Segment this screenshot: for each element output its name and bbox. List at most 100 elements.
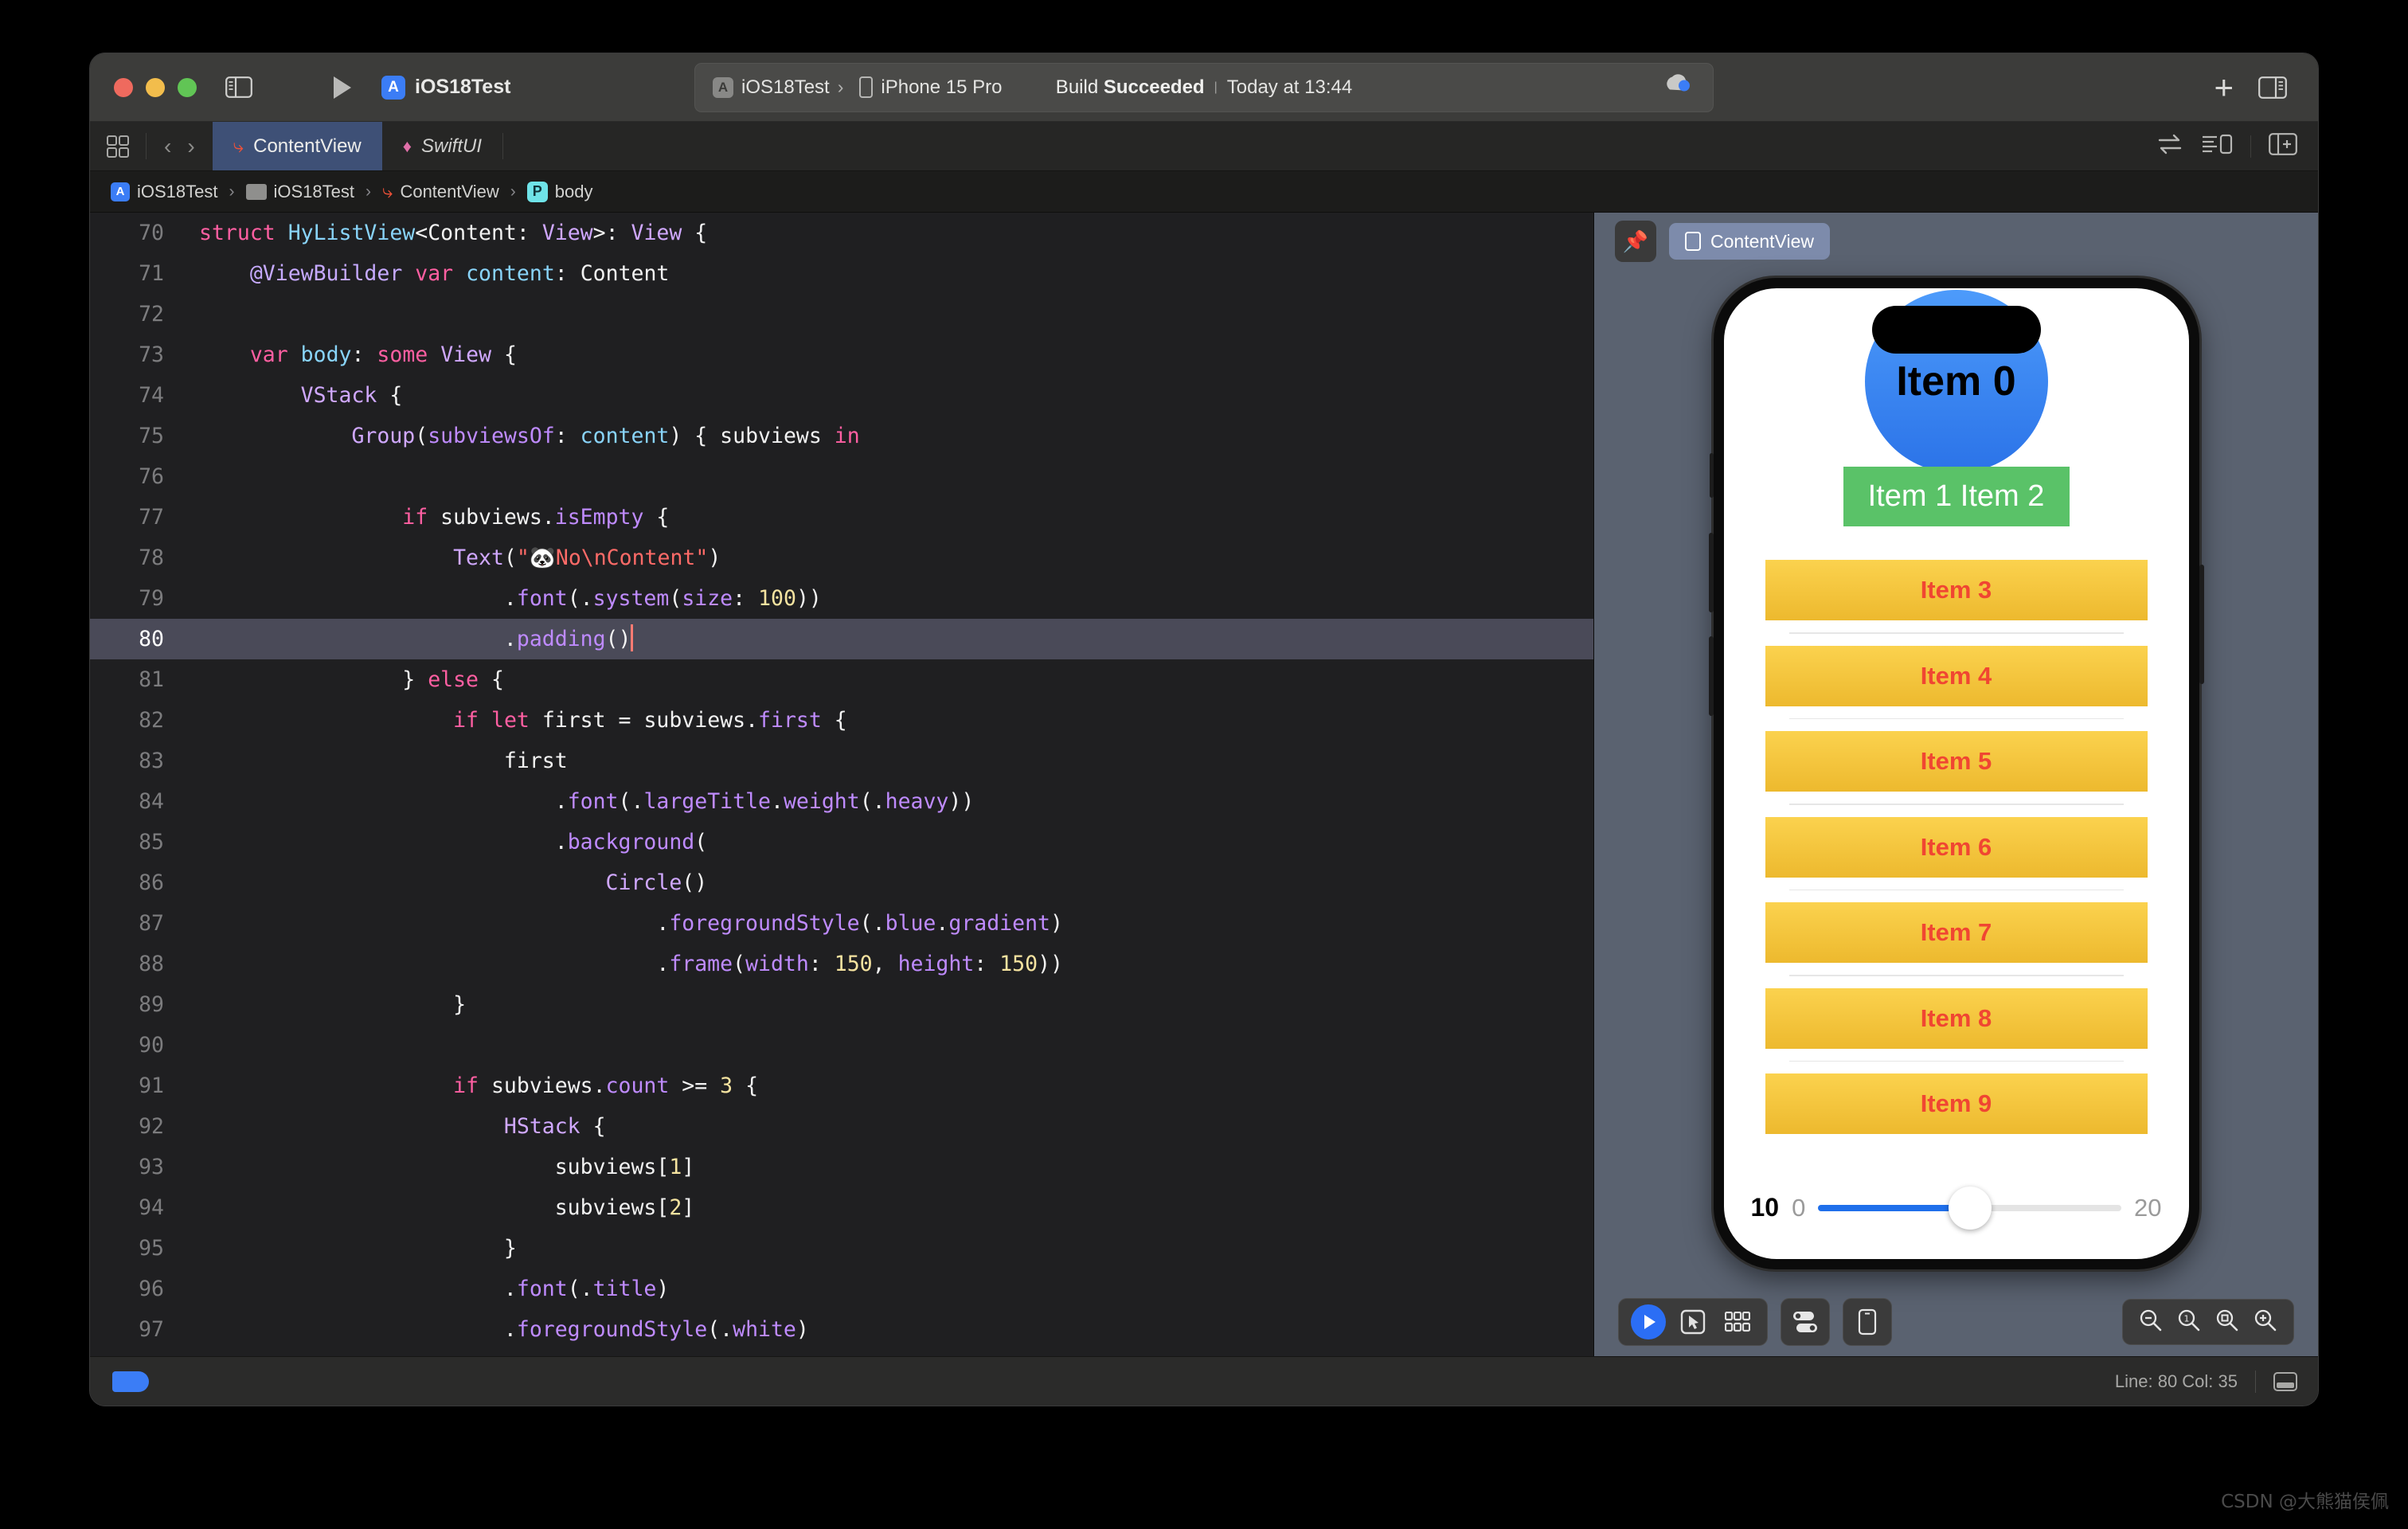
selectable-icon[interactable] (1675, 1304, 1711, 1340)
code-line[interactable]: 98 .padding() (90, 1350, 1593, 1356)
code-text[interactable]: @ViewBuilder var content: Content (182, 253, 1593, 294)
zoom-actual-icon[interactable]: 1 (2177, 1308, 2201, 1336)
code-text[interactable]: .font(.system(size: 100)) (182, 578, 1593, 619)
breadcrumb-item-project[interactable]: A iOS18Test (111, 182, 218, 202)
variants-icon[interactable] (1719, 1304, 1756, 1340)
code-line[interactable]: 81 } else { (90, 659, 1593, 700)
swap-editors-icon[interactable] (2156, 134, 2183, 158)
breadcrumb-item-folder[interactable]: iOS18Test (245, 182, 354, 202)
code-text[interactable]: HStack { (182, 1106, 1593, 1147)
code-line[interactable]: 82 if let first = subviews.first { (90, 700, 1593, 741)
code-line[interactable]: 94 subviews[2] (90, 1187, 1593, 1228)
add-button[interactable]: + (2214, 70, 2234, 104)
code-text[interactable]: .foregroundStyle(.white) (182, 1309, 1593, 1350)
code-text[interactable]: } (182, 1228, 1593, 1269)
add-editor-icon[interactable] (2269, 133, 2297, 159)
zoom-fit-icon[interactable] (2215, 1308, 2239, 1336)
toggle-debug-area-icon[interactable] (2273, 1371, 2297, 1391)
toggles-icon[interactable] (1781, 1298, 1830, 1346)
back-icon[interactable]: ‹ (158, 134, 178, 159)
status-scheme-destination[interactable]: A iOS18Test › iPhone 15 Pro (695, 76, 1003, 99)
code-line[interactable]: 92 HStack { (90, 1106, 1593, 1147)
code-text[interactable]: struct HyListView<Content: View>: View { (182, 213, 1593, 253)
minimize-button[interactable] (146, 77, 165, 97)
code-line[interactable]: 70 struct HyListView<Content: View>: View… (90, 213, 1593, 253)
code-text[interactable]: subviews[1] (182, 1147, 1593, 1187)
code-text[interactable]: .padding() (182, 1350, 1593, 1356)
tab-swiftui[interactable]: ♦ SwiftUI (382, 122, 502, 170)
zoom-in-icon[interactable] (2254, 1308, 2277, 1336)
slider-row[interactable]: 10 0 20 (1724, 1186, 2189, 1230)
code-text[interactable]: .frame(width: 150, height: 150)) (182, 944, 1593, 984)
device-screen[interactable]: Item 0 Item 1 Item 2 Item 3 Item 4 Item 5I… (1723, 288, 2189, 1259)
code-text[interactable]: Text("🐼No\nContent") (182, 538, 1593, 578)
activity-status-bar[interactable]: A iOS18Test › iPhone 15 Pro Build Succee… (694, 62, 1714, 112)
tab-contentview[interactable]: ⤷ ContentView (212, 122, 382, 170)
code-text[interactable]: .font(.largeTitle.weight(.heavy)) (182, 781, 1593, 822)
code-editor[interactable]: 70 struct HyListView<Content: View>: View… (90, 213, 1593, 1356)
code-text[interactable]: Circle() (182, 862, 1593, 903)
code-line[interactable]: 77 if subviews.isEmpty { (90, 497, 1593, 538)
list-item[interactable]: Item 3 (1765, 560, 2148, 620)
slider-thumb[interactable] (1948, 1186, 1992, 1230)
code-text[interactable]: } (182, 984, 1593, 1025)
sidebar-toggle-icon[interactable] (221, 69, 257, 106)
code-text[interactable]: .foregroundStyle(.blue.gradient) (182, 903, 1593, 944)
code-line[interactable]: 91 if subviews.count >= 3 { (90, 1066, 1593, 1106)
code-text[interactable]: if subviews.isEmpty { (182, 497, 1593, 538)
code-line[interactable]: 85 .background( (90, 822, 1593, 862)
code-line[interactable]: 72 (90, 294, 1593, 334)
code-text[interactable]: if subviews.count >= 3 { (182, 1066, 1593, 1106)
code-line[interactable]: 87 .foregroundStyle(.blue.gradient) (90, 903, 1593, 944)
code-text[interactable]: .padding() (182, 619, 1593, 659)
code-text[interactable]: .font(.title) (182, 1269, 1593, 1309)
code-line[interactable]: 73 var body: some View { (90, 334, 1593, 375)
inspector-toggle-icon[interactable] (2254, 69, 2291, 106)
code-line[interactable]: 71 @ViewBuilder var content: Content (90, 253, 1593, 294)
code-lines[interactable]: 70 struct HyListView<Content: View>: View… (90, 213, 1593, 1356)
close-button[interactable] (114, 77, 133, 97)
code-line[interactable]: 93 subviews[1] (90, 1147, 1593, 1187)
code-line[interactable]: 88 .frame(width: 150, height: 150)) (90, 944, 1593, 984)
code-text[interactable]: VStack { (182, 375, 1593, 416)
code-text[interactable]: var body: some View { (182, 334, 1593, 375)
device-settings-icon[interactable] (1843, 1298, 1892, 1346)
code-text[interactable]: } else { (182, 659, 1593, 700)
code-line[interactable]: 89 } (90, 984, 1593, 1025)
code-text[interactable]: Group(subviewsOf: content) { subviews in (182, 416, 1593, 456)
tab-grid-icon[interactable] (90, 122, 146, 170)
code-line[interactable]: 74 VStack { (90, 375, 1593, 416)
preview-variant-chip[interactable]: ContentView (1669, 223, 1830, 260)
code-text[interactable]: if let first = subviews.first { (182, 700, 1593, 741)
editor-history-nav[interactable]: ‹ › (147, 122, 213, 170)
list-item[interactable]: Item 9 (1765, 1073, 2148, 1134)
list-item[interactable]: Item 8 (1765, 987, 2148, 1049)
code-line[interactable]: 86 Circle() (90, 862, 1593, 903)
breadcrumb-item-symbol[interactable]: P body (526, 181, 593, 202)
list-item[interactable]: Item 4 (1765, 645, 2148, 706)
forward-icon[interactable]: › (181, 134, 201, 159)
slider-track[interactable] (1818, 1186, 2122, 1230)
list-item[interactable]: Item 5 (1765, 731, 2148, 792)
code-line[interactable]: 79 .font(.system(size: 100)) (90, 578, 1593, 619)
code-text[interactable]: first (182, 741, 1593, 781)
item-list[interactable]: Item 3 Item 4 Item 5 Item 6 Item 7 Item 8 Item… (1724, 560, 2189, 1134)
maximize-button[interactable] (178, 77, 197, 97)
editor-options-icon[interactable] (2201, 133, 2233, 159)
code-line[interactable]: 80 .padding() (90, 619, 1593, 659)
zoom-out-icon[interactable] (2139, 1308, 2163, 1336)
code-line[interactable]: 95 } (90, 1228, 1593, 1269)
blue-tag-icon[interactable] (112, 1371, 149, 1392)
code-line[interactable]: 78 Text("🐼No\nContent") (90, 538, 1593, 578)
run-button[interactable] (324, 69, 361, 106)
pin-icon[interactable]: 📌 (1615, 221, 1656, 262)
list-item[interactable]: Item 6 (1765, 816, 2148, 878)
scheme-selector[interactable]: A iOS18Test (381, 75, 510, 100)
code-line[interactable]: 76 (90, 456, 1593, 497)
code-line[interactable]: 75 Group(subviewsOf: content) { subviews… (90, 416, 1593, 456)
code-line[interactable]: 84 .font(.largeTitle.weight(.heavy)) (90, 781, 1593, 822)
breadcrumb-item-file[interactable]: ⤷ ContentView (382, 181, 499, 203)
code-text[interactable]: subviews[2] (182, 1187, 1593, 1228)
window-controls[interactable] (114, 77, 197, 97)
code-line[interactable]: 96 .font(.title) (90, 1269, 1593, 1309)
